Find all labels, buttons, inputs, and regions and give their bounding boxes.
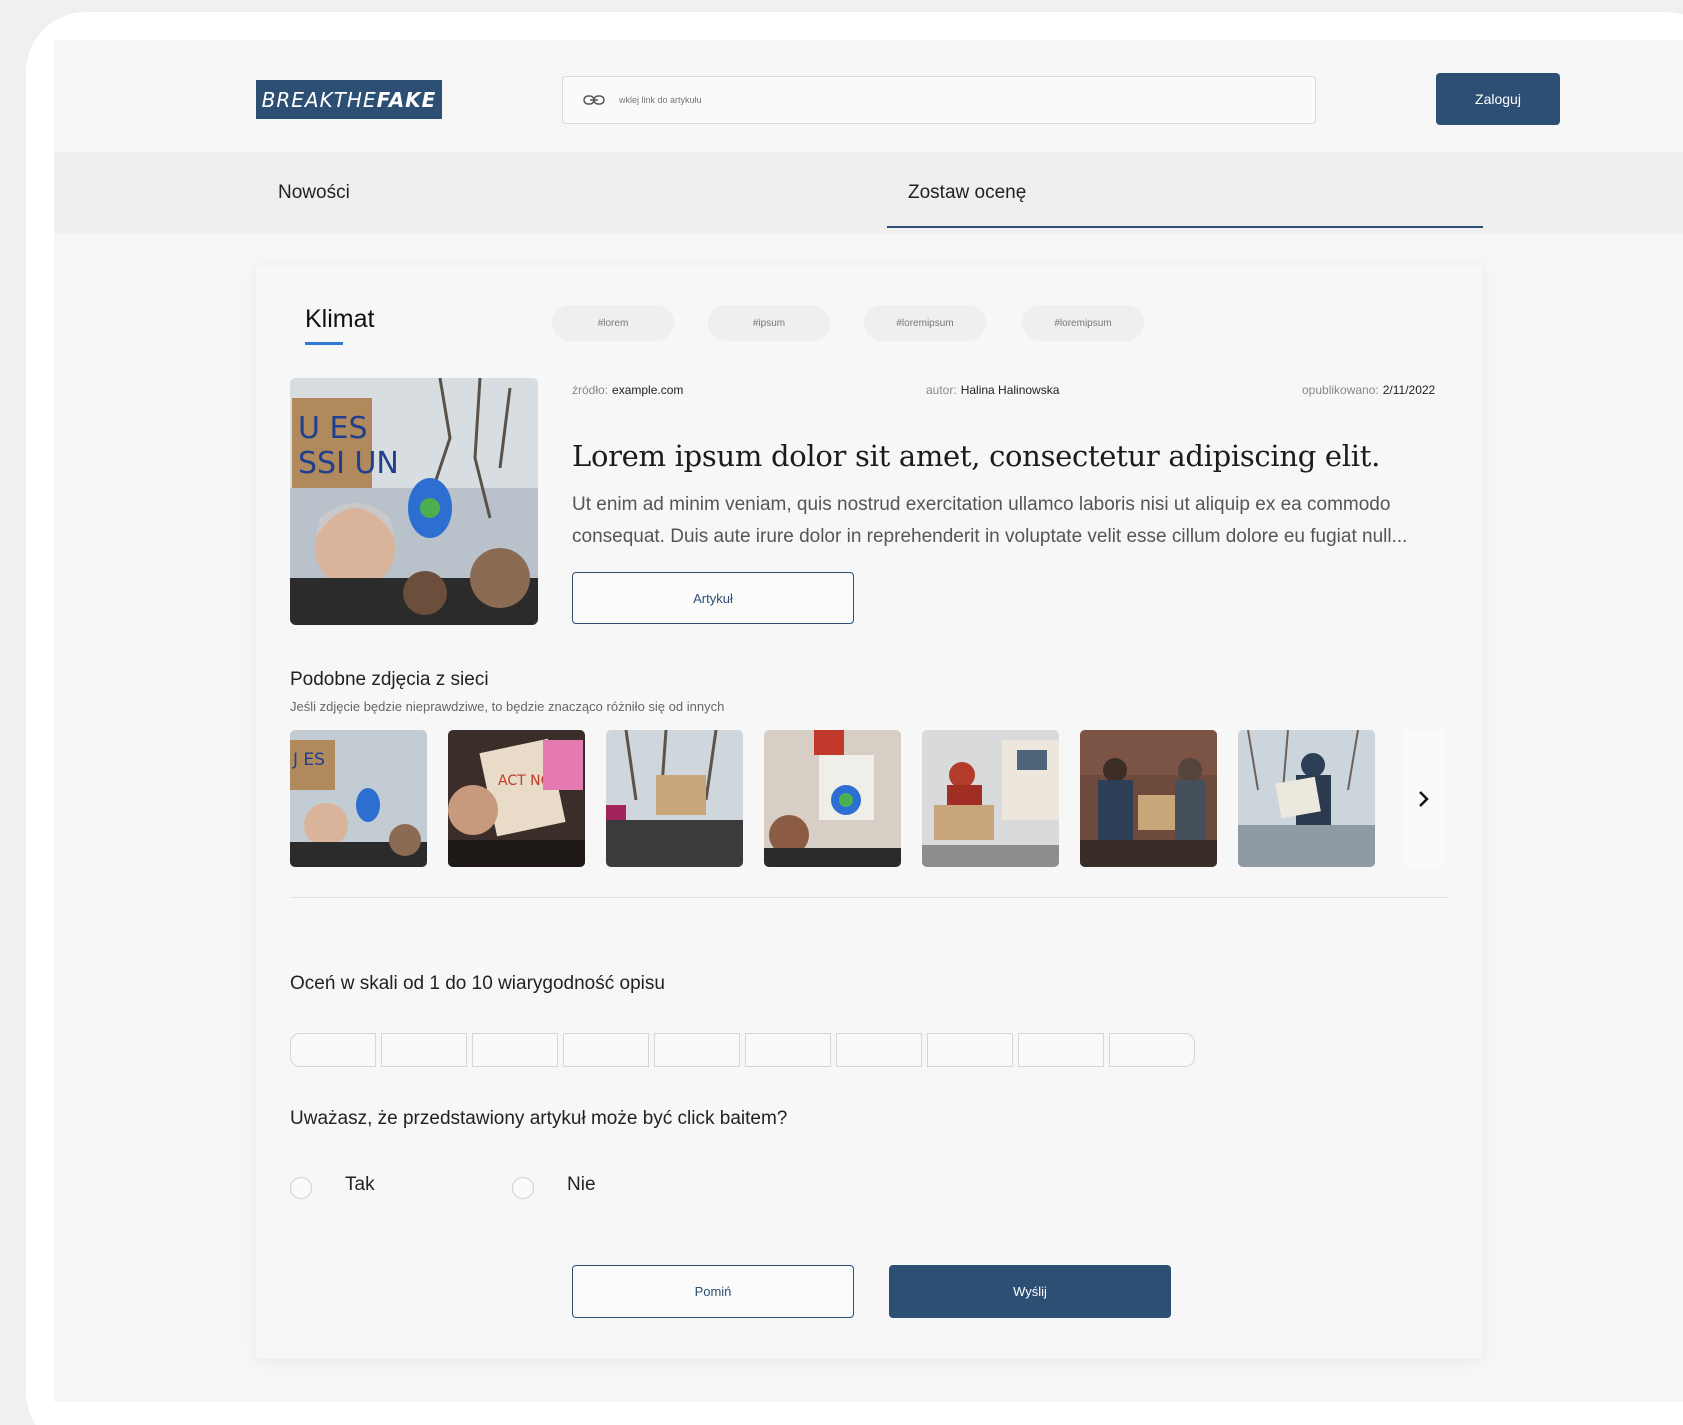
- logo-text-bold: FAKE: [376, 87, 437, 112]
- rating-option-9[interactable]: [1018, 1033, 1104, 1067]
- article-button[interactable]: Artykuł: [572, 572, 854, 624]
- article-description: Ut enim ad minim veniam, quis nostrud ex…: [572, 494, 1408, 547]
- rating-option-5[interactable]: [654, 1033, 740, 1067]
- rating-scale: [290, 1033, 1200, 1067]
- skip-button[interactable]: Pomiń: [572, 1265, 854, 1318]
- rating-option-2[interactable]: [381, 1033, 467, 1067]
- rating-option-1[interactable]: [290, 1033, 376, 1067]
- rating-option-10[interactable]: [1109, 1033, 1195, 1067]
- similar-image-thumb[interactable]: J ES: [290, 730, 427, 867]
- source-label: źródło:: [572, 383, 609, 397]
- logo-text-light: BREAKTHE: [261, 87, 377, 112]
- app-screen: BREAKTHEFAKE Zaloguj Nowości Zostaw ocen…: [54, 40, 1683, 1402]
- chevron-right-icon: [1419, 790, 1429, 807]
- rating-option-7[interactable]: [836, 1033, 922, 1067]
- similar-images-subtitle: Jeśli zdjęcie będzie nieprawdziwe, to bę…: [290, 699, 725, 714]
- category-title: Klimat: [305, 305, 375, 333]
- author-meta: autor: Halina Halinowska: [926, 383, 1059, 397]
- radio-no[interactable]: [512, 1177, 534, 1199]
- rating-option-6[interactable]: [745, 1033, 831, 1067]
- link-input[interactable]: [619, 95, 1219, 105]
- article-title: Lorem ipsum dolor sit amet, consectetur …: [572, 439, 1380, 473]
- similar-image-thumb[interactable]: [922, 730, 1059, 867]
- similar-image-thumb[interactable]: [764, 730, 901, 867]
- active-tab-underline: [887, 226, 1483, 228]
- logo[interactable]: BREAKTHE FAKE: [256, 80, 442, 119]
- tag-chip[interactable]: #loremipsum: [864, 305, 986, 341]
- published-meta: opublikowano: 2/11/2022: [1302, 383, 1435, 397]
- link-search-bar[interactable]: [562, 76, 1316, 124]
- published-value: 2/11/2022: [1382, 383, 1436, 397]
- rating-option-3[interactable]: [472, 1033, 558, 1067]
- tag-chip[interactable]: #ipsum: [708, 305, 830, 341]
- carousel-next-button[interactable]: [1404, 730, 1444, 867]
- tag-chip[interactable]: #loremipsum: [1022, 305, 1144, 341]
- svg-text:SSI UN: SSI UN: [298, 446, 399, 481]
- article-image: U ES SSI UN: [290, 378, 538, 625]
- navbar: Nowości Zostaw ocenę: [54, 152, 1683, 234]
- similar-image-thumb[interactable]: [606, 730, 743, 867]
- login-button[interactable]: Zaloguj: [1436, 73, 1560, 125]
- radio-yes[interactable]: [290, 1177, 312, 1199]
- rating-question: Oceń w skali od 1 do 10 wiarygodność opi…: [290, 973, 665, 994]
- source-meta: źródło: example.com: [572, 383, 683, 397]
- section-divider: [290, 897, 1448, 898]
- tab-news[interactable]: Nowości: [278, 182, 350, 204]
- similar-image-thumb[interactable]: [1238, 730, 1375, 867]
- category-underline: [305, 342, 343, 345]
- tab-rate[interactable]: Zostaw ocenę: [908, 182, 1026, 204]
- svg-text:U ES: U ES: [298, 411, 368, 446]
- published-label: opublikowano:: [1302, 383, 1379, 397]
- source-value[interactable]: example.com: [612, 383, 683, 397]
- author-label: autor:: [926, 383, 957, 397]
- link-icon: [583, 95, 605, 105]
- radio-no-label[interactable]: Nie: [567, 1174, 596, 1196]
- send-button[interactable]: Wyślij: [889, 1265, 1171, 1318]
- author-value: Halina Halinowska: [960, 383, 1060, 397]
- similar-images-title: Podobne zdjęcia z sieci: [290, 669, 489, 690]
- tag-chip[interactable]: #lorem: [552, 305, 674, 341]
- clickbait-question: Uważasz, że przedstawiony artykuł może b…: [290, 1108, 788, 1129]
- similar-image-thumb[interactable]: [1080, 730, 1217, 867]
- svg-text:J ES: J ES: [292, 750, 325, 770]
- rating-option-8[interactable]: [927, 1033, 1013, 1067]
- article-card: Klimat #lorem #ipsum #loremipsum #loremi…: [256, 265, 1482, 1359]
- similar-image-thumb[interactable]: ACT NO: [448, 730, 585, 867]
- radio-yes-label[interactable]: Tak: [345, 1174, 375, 1196]
- rating-option-4[interactable]: [563, 1033, 649, 1067]
